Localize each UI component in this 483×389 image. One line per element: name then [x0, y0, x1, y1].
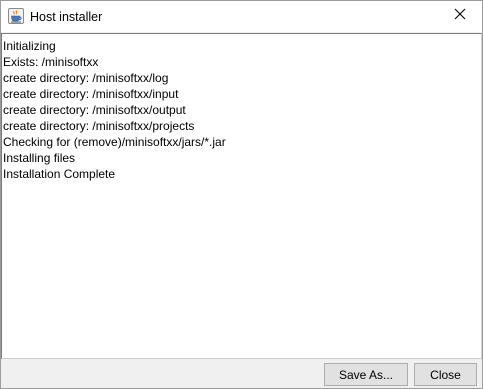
- log-output-area[interactable]: Initializing Exists: /minisoftxx create …: [1, 33, 482, 359]
- log-line: create directory: /minisoftxx/projects: [3, 119, 195, 133]
- log-line: Initializing: [3, 39, 56, 53]
- close-button[interactable]: Close: [414, 363, 477, 386]
- title-bar[interactable]: Host installer: [1, 1, 482, 32]
- save-as-button[interactable]: Save As...: [324, 363, 408, 386]
- button-bar: Save As... Close: [1, 359, 482, 388]
- log-line: Exists: /minisoftxx: [3, 55, 99, 69]
- log-line: Checking for (remove)/minisoftxx/jars/*.…: [3, 135, 226, 149]
- log-line: Installing files: [3, 151, 76, 165]
- log-line: create directory: /minisoftxx/log: [3, 71, 169, 85]
- close-icon: [454, 7, 466, 25]
- log-line: Installation Complete: [3, 167, 116, 181]
- close-window-button[interactable]: [437, 1, 482, 31]
- installer-window: Host installer Initializing Exists: /min…: [0, 0, 483, 389]
- java-coffee-cup-icon: [8, 8, 24, 24]
- log-line: create directory: /minisoftxx/input: [3, 87, 179, 101]
- log-line: create directory: /minisoftxx/output: [3, 103, 186, 117]
- window-title: Host installer: [30, 10, 103, 24]
